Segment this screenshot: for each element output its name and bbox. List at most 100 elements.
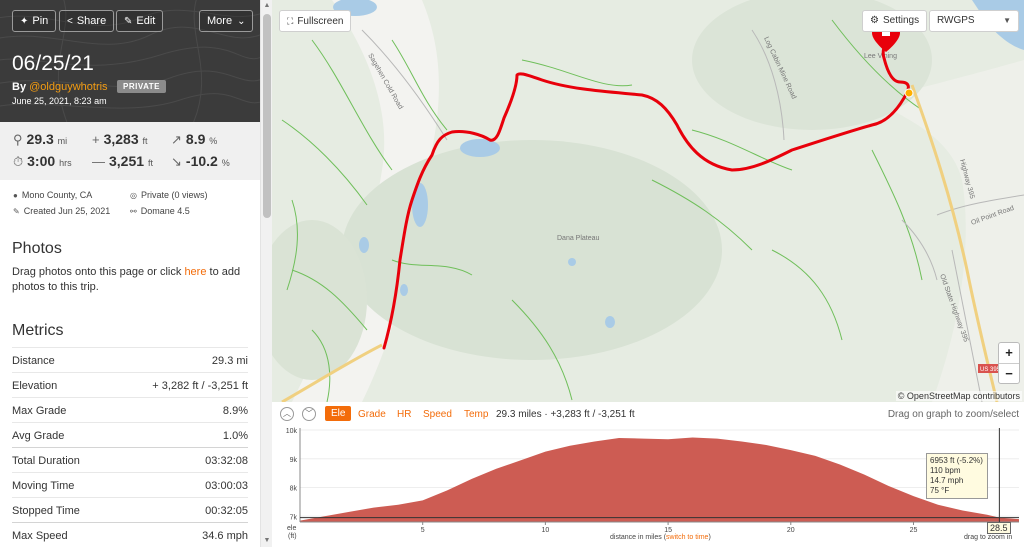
map-label-lee-vining: Lee Vining <box>864 53 897 60</box>
map-label-dana-plateau: Dana Plateau <box>557 235 600 242</box>
photos-heading: Photos <box>12 240 62 257</box>
created-text: Created Jun 25, 2021 <box>23 206 111 216</box>
pin-label: Pin <box>32 15 49 27</box>
metric-label: Stopped Time <box>12 505 80 517</box>
zoom-out-button[interactable]: − <box>999 363 1019 383</box>
more-button[interactable]: More ⌄ <box>199 10 254 32</box>
metric-label: Avg Grade <box>12 430 65 442</box>
ascent-value: 3,283 <box>103 131 139 147</box>
bike-text: Domane 4.5 <box>140 206 190 216</box>
y-tick-label: 8k <box>290 486 298 493</box>
map-layer-select[interactable]: RWGPS ▼ <box>929 10 1019 32</box>
trip-header: ✦ Pin < Share ✎ Edit More ⌄ 06/25/21 By @old… <box>0 0 260 122</box>
user-link[interactable]: @oldguywhotris <box>29 81 107 93</box>
metrics-row: Moving Time 03:00:03 <box>12 472 248 497</box>
pencil-icon: ✎ <box>13 207 20 216</box>
metric-label: Distance <box>12 355 55 367</box>
metric-value: + 3,282 ft / -3,251 ft <box>152 380 248 392</box>
map-attribution[interactable]: © OpenStreetMap contributors <box>895 391 1022 401</box>
elevation-chart[interactable]: 10k 9k 8k 7k 5 10 15 20 25 <box>272 402 1024 547</box>
photos-instructions: Drag photos onto this page or click here… <box>12 265 252 295</box>
metric-label: Max Speed <box>12 530 68 542</box>
edit-label: Edit <box>136 15 156 27</box>
x-axis-label: distance in miles (switch to time) <box>610 534 711 541</box>
eye-slash-icon: ◎ <box>130 191 137 200</box>
metric-label: Elevation <box>12 380 58 392</box>
descent-unit: ft <box>147 158 153 168</box>
switch-to-time-link[interactable]: switch to time <box>666 534 708 541</box>
map-pin-icon: ● <box>13 191 18 200</box>
map-canvas[interactable]: Sagehen Cold Road Log Cabin Mine Road Da… <box>272 0 1024 402</box>
min-grade-value: -10.2 <box>185 153 218 169</box>
stat-descent: — 3,251 ft <box>92 153 153 169</box>
meta-bike[interactable]: ⚯ Domane 4.5 <box>130 206 190 216</box>
distance-value: 29.3 <box>26 131 54 147</box>
sidebar-scrollbar[interactable]: ▲ ▼ <box>260 0 272 547</box>
trip-sidebar: ✦ Pin < Share ✎ Edit More ⌄ 06/25/21 By @old… <box>0 0 260 547</box>
pencil-icon: ✎ <box>124 16 133 27</box>
settings-label: Settings <box>882 15 920 26</box>
tooltip-temperature: 75 °F <box>930 486 950 495</box>
zoom-in-button[interactable]: + <box>999 343 1019 363</box>
pin-button[interactable]: ✦ Pin <box>12 10 57 32</box>
fullscreen-label: Fullscreen <box>297 16 344 27</box>
chevron-down-icon: ▼ <box>1003 16 1011 25</box>
edit-button[interactable]: ✎ Edit <box>116 10 164 32</box>
share-label: Share <box>76 15 107 27</box>
arrow-up-right-icon: ↗ <box>171 132 182 147</box>
byline: By @oldguywhotris <box>12 81 108 93</box>
x-axis-label-text: distance in miles ( <box>610 534 667 541</box>
metrics-row: Avg Grade 1.0% <box>12 422 248 447</box>
tooltip-elevation: 6953 ft (-5.2%) <box>930 456 983 465</box>
distance-unit: mi <box>57 136 68 146</box>
trip-stats: ⚲ 29.3 mi ⏱ 3:00 hrs +3,283 ft — 3,251 ft ↗… <box>0 122 260 180</box>
metric-value: 03:00:03 <box>205 480 248 492</box>
y-tick-label: 9k <box>290 457 298 464</box>
elevation-area <box>300 437 1019 522</box>
duration-value: 3:00 <box>27 153 56 169</box>
metric-label: Max Grade <box>12 405 67 417</box>
stat-ascent: +3,283 ft <box>92 131 148 147</box>
metrics-row: Stopped Time 00:32:05 <box>12 497 248 522</box>
drag-zoom-hint: drag to zoom in <box>964 534 1013 541</box>
metrics-heading: Metrics <box>12 322 64 339</box>
start-marker-icon[interactable] <box>904 88 914 98</box>
descent-value: 3,251 <box>109 153 145 169</box>
share-button[interactable]: < Share <box>59 10 115 32</box>
metric-value: 00:32:05 <box>205 505 248 517</box>
metric-label: Moving Time <box>12 480 75 492</box>
metrics-row: Total Duration 03:32:08 <box>12 447 248 472</box>
map-settings-button[interactable]: ⚙ Settings <box>862 10 928 32</box>
route-map[interactable]: Sagehen Cold Road Log Cabin Mine Road Da… <box>272 0 1024 402</box>
layer-selected-value: RWGPS <box>937 15 975 26</box>
metrics-row: Max Speed 34.6 mph <box>12 522 248 547</box>
tooltip-heart-rate: 110 bpm <box>930 466 961 475</box>
page-title: 06/25/21 <box>12 52 94 75</box>
metric-value: 34.6 mph <box>202 530 248 542</box>
privacy-text: Private (0 views) <box>140 190 208 200</box>
scrollbar-thumb[interactable] <box>263 14 271 218</box>
duration-unit: hrs <box>59 158 72 168</box>
fullscreen-button[interactable]: ⛶ Fullscreen <box>279 10 352 32</box>
y-axis-unit: (ft) <box>288 533 297 540</box>
add-photos-link[interactable]: here <box>184 266 206 278</box>
meta-location: ● Mono County, CA <box>13 190 92 200</box>
zoom-control: + − <box>998 342 1020 384</box>
meta-privacy[interactable]: ◎ Private (0 views) <box>130 190 208 200</box>
max-grade-unit: % <box>209 136 218 146</box>
max-grade-value: 8.9 <box>185 131 206 147</box>
tooltip-speed: 14.7 mph <box>930 476 964 485</box>
bike-icon: ⚯ <box>130 207 137 216</box>
pin-icon: ✦ <box>20 16 29 27</box>
metrics-row: Elevation + 3,282 ft / -3,251 ft <box>12 372 248 397</box>
metric-value: 8.9% <box>222 405 248 417</box>
metric-label: Total Duration <box>12 455 80 467</box>
ascent-unit: ft <box>142 136 148 146</box>
x-tick-label: 25 <box>910 527 918 534</box>
share-icon: < <box>67 16 73 27</box>
stat-max-grade: ↗ 8.9 % <box>171 131 217 148</box>
plus-icon: + <box>92 132 100 147</box>
route-icon: ⚲ <box>13 132 23 147</box>
chart-tooltip: 6953 ft (-5.2%) 110 bpm 14.7 mph 75 °F <box>926 453 988 499</box>
x-tick-label: 5 <box>421 527 425 534</box>
